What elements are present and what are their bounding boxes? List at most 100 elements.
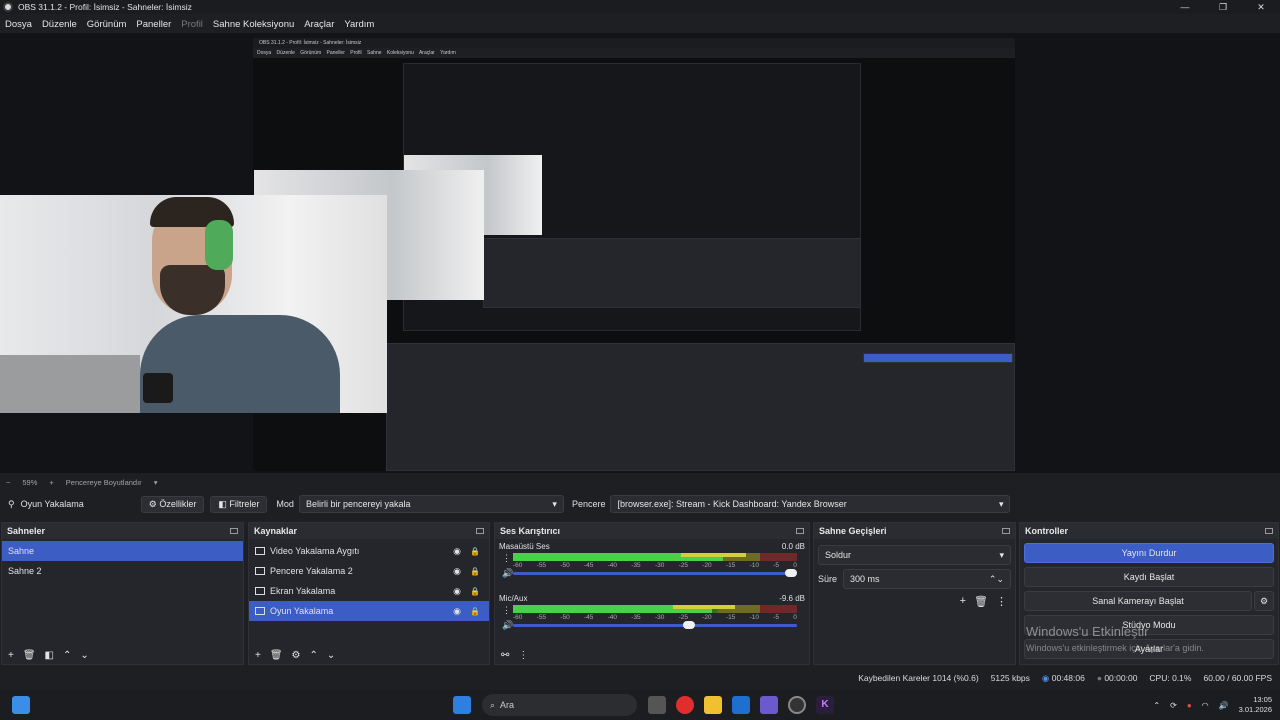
filters-button[interactable]: ◧ Filtreler (210, 495, 268, 513)
system-tray: ⌃ ⟳ ● ◠ 🔊 13:05 3.01.2026 (1153, 690, 1272, 720)
menu-yardim[interactable]: Yardım (339, 19, 379, 30)
volume-slider[interactable] (513, 569, 797, 577)
scene-item-sahne-2[interactable]: Sahne 2 (2, 561, 243, 581)
menu-sahne-koleksiyonu[interactable]: Sahne Koleksiyonu (208, 19, 299, 30)
clock[interactable]: 13:05 3.01.2026 (1239, 695, 1272, 715)
undock-icon[interactable] (1265, 528, 1273, 534)
yandex-browser-icon[interactable] (676, 696, 694, 714)
duration-input[interactable]: 300 ms ⌃⌄ (843, 569, 1011, 589)
menu-duzenle[interactable]: Düzenle (37, 19, 82, 30)
window-select[interactable]: [browser.exe]: Stream - Kick Dashboard: … (610, 495, 1011, 513)
link-icon[interactable]: ⚯ (501, 650, 509, 661)
undock-icon[interactable] (1002, 528, 1010, 534)
close-button[interactable]: ✕ (1242, 0, 1280, 14)
kebab-menu-icon[interactable]: ⋮ (996, 595, 1007, 608)
spinner-icon[interactable]: ⌃⌄ (989, 574, 1004, 585)
speaker-icon[interactable]: 🔊 (502, 568, 513, 579)
add-icon[interactable]: + (960, 595, 966, 608)
meter-tick-label: -55 (536, 562, 547, 569)
virtual-camera-settings-icon[interactable]: ⚙ (1254, 591, 1274, 611)
obs-logo-icon (3, 2, 13, 12)
volume-icon[interactable]: 🔊 (1219, 701, 1229, 710)
taskbar-search[interactable]: ⌕ Ara (482, 694, 637, 716)
source-item[interactable]: Ekran Yakalama ◉ 🔒 (249, 581, 489, 601)
minimize-button[interactable]: — (1166, 0, 1204, 14)
menu-dosya[interactable]: Dosya (0, 19, 37, 30)
meter-tick-label: -5 (773, 614, 779, 621)
file-explorer-icon[interactable] (704, 696, 722, 714)
window-label: Pencere (571, 499, 606, 509)
network-icon[interactable]: ⟳ (1170, 701, 1177, 710)
volume-slider[interactable] (513, 621, 797, 629)
chevron-down-icon: ▾ (998, 498, 1004, 509)
chevron-down-icon[interactable]: ⌄ (327, 650, 335, 661)
undock-icon[interactable] (230, 528, 238, 534)
task-view-icon[interactable] (648, 696, 666, 714)
eye-icon[interactable]: ◉ (453, 566, 461, 577)
wifi-icon[interactable]: ◠ (1202, 701, 1209, 710)
gamepad-icon: ⚲ (8, 498, 15, 509)
undock-icon[interactable] (476, 528, 484, 534)
chevron-up-icon[interactable]: ⌃ (310, 650, 318, 661)
meter-tick-label: -40 (607, 562, 618, 569)
trash-icon[interactable]: 🗑 (974, 595, 988, 608)
nested-menu: Dosya Düzenle Görünüm Paneller Profil Sa… (253, 48, 1015, 58)
kebab-menu-icon[interactable]: ⋮ (502, 605, 511, 616)
trash-icon[interactable]: 🗑 (270, 650, 283, 661)
scene-item-sahne[interactable]: Sahne (2, 541, 243, 561)
start-recording-button[interactable]: Kaydı Başlat (1024, 567, 1274, 587)
transition-select[interactable]: Soldur ▾ (818, 545, 1011, 565)
menu-gorunum[interactable]: Görünüm (82, 19, 132, 30)
lock-icon[interactable]: 🔒 (470, 567, 480, 576)
filter-icon[interactable]: ◧ (45, 650, 54, 661)
record-icon: ● (1096, 673, 1102, 683)
windows-start-icon[interactable] (12, 696, 30, 714)
channel-db: 0.0 dB (781, 542, 805, 551)
preview-status-bar: − 59% + Pencereye Boyutlandır ▾ (0, 475, 1280, 489)
start-virtual-camera-button[interactable]: Sanal Kamerayı Başlat (1024, 591, 1252, 611)
stop-streaming-button[interactable]: Yayını Durdur (1024, 543, 1274, 563)
transitions-title: Sahne Geçişleri (819, 526, 887, 536)
source-item[interactable]: Video Yakalama Aygıtı ◉ 🔒 (249, 541, 489, 561)
obs-icon[interactable] (788, 696, 806, 714)
menu-profil[interactable]: Profil (176, 19, 208, 30)
scenes-title: Sahneler (7, 526, 46, 536)
lock-icon[interactable]: 🔒 (470, 547, 480, 556)
chevron-down-icon[interactable]: ▾ (148, 478, 164, 487)
mixer-channel-desktop: Masaüstü Ses 0.0 dB ⋮ -60 -55 -50 -45 -40 -35-… (499, 539, 805, 591)
zoom-in-button[interactable]: + (43, 478, 59, 487)
undock-icon[interactable] (796, 528, 804, 534)
fit-to-window[interactable]: Pencereye Boyutlandır (60, 478, 148, 487)
outlook-icon[interactable] (732, 696, 750, 714)
lock-icon[interactable]: 🔒 (470, 587, 480, 596)
kebab-menu-icon[interactable]: ⋮ (502, 553, 511, 564)
mode-select[interactable]: Belirli bir pencereyi yakala ▾ (298, 495, 564, 513)
microphone-icon[interactable]: ● (1187, 701, 1192, 710)
eye-icon[interactable]: ◉ (453, 586, 461, 597)
eye-icon[interactable]: ◉ (453, 606, 461, 617)
kebab-menu-icon[interactable]: ⋮ (518, 650, 528, 661)
mode-label: Mod (276, 499, 294, 509)
gear-icon[interactable]: ⚙ (292, 650, 301, 661)
eye-icon[interactable]: ◉ (453, 546, 461, 557)
kick-icon[interactable]: K (816, 696, 834, 714)
windows-start-icon[interactable] (453, 696, 471, 714)
source-item[interactable]: Oyun Yakalama ◉ 🔒 (249, 601, 489, 621)
speaker-icon[interactable]: 🔊 (502, 620, 513, 631)
add-icon[interactable]: + (8, 650, 14, 661)
menu-araclar[interactable]: Araçlar (299, 19, 339, 30)
meter-tick-label: -10 (749, 562, 759, 569)
add-icon[interactable]: + (255, 650, 261, 661)
trash-icon[interactable]: 🗑 (23, 650, 36, 661)
menu-paneller[interactable]: Paneller (131, 19, 176, 30)
maximize-button[interactable]: ❐ (1204, 0, 1242, 14)
teams-icon[interactable] (760, 696, 778, 714)
preview-area[interactable]: OBS 31.1.2 - Profil: İsimsiz - Sahneler:… (0, 33, 1280, 473)
chevron-up-icon[interactable]: ⌃ (1153, 701, 1160, 710)
chevron-down-icon[interactable]: ⌄ (80, 650, 88, 661)
properties-button[interactable]: ⚙ Özellikler (140, 495, 205, 513)
lock-icon[interactable]: 🔒 (470, 607, 480, 616)
zoom-out-button[interactable]: − (0, 478, 16, 487)
source-item[interactable]: Pencere Yakalama 2 ◉ 🔒 (249, 561, 489, 581)
chevron-up-icon[interactable]: ⌃ (63, 650, 71, 661)
